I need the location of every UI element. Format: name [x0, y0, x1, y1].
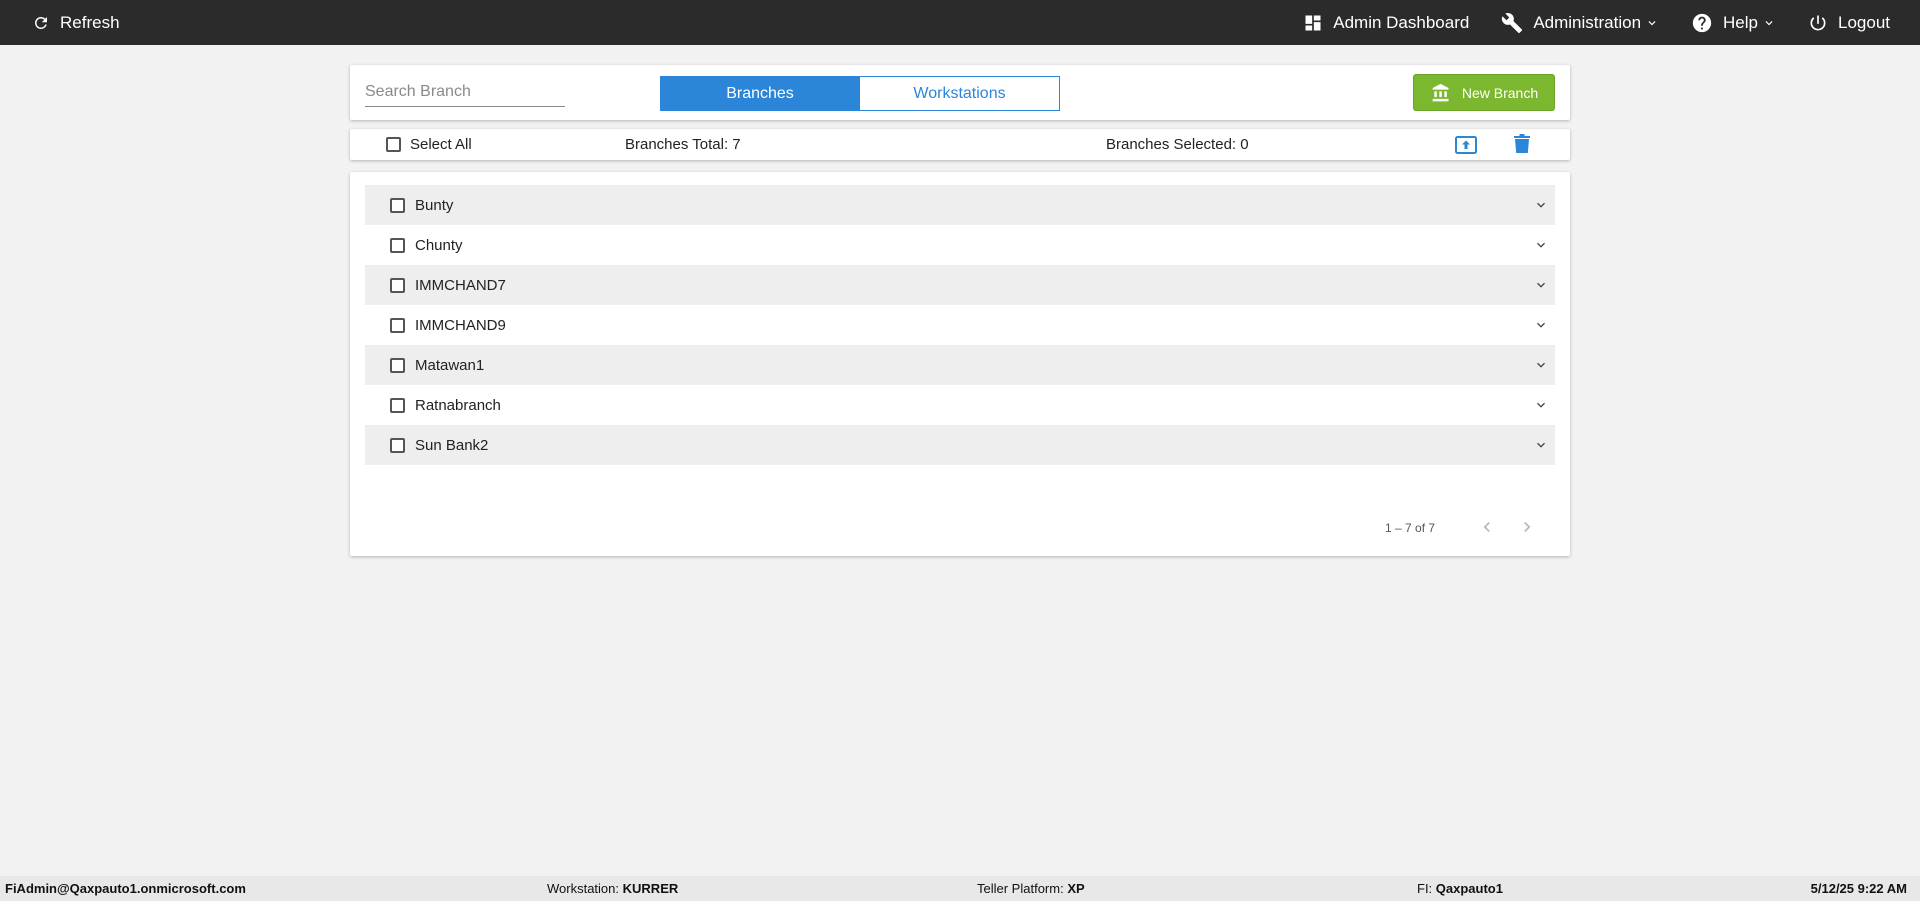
list-item[interactable]: Bunty: [365, 185, 1555, 225]
help-label: Help: [1723, 12, 1758, 32]
list-item[interactable]: IMMCHAND9: [365, 305, 1555, 345]
checkbox[interactable]: [390, 237, 405, 253]
branch-name: Sun Bank2: [415, 436, 489, 454]
branch-name: Matawan1: [415, 356, 485, 374]
chevron-down-icon[interactable]: [1533, 197, 1549, 213]
checkbox[interactable]: [390, 437, 405, 453]
checkbox[interactable]: [390, 197, 405, 213]
branch-list: Bunty Chunty IMMCHAND7 IMMCHAND9 Matawan…: [365, 185, 1555, 465]
tab-workstations[interactable]: Workstations: [860, 76, 1060, 111]
toolbar-card: Branches Workstations New Branch: [350, 65, 1570, 120]
checkbox[interactable]: [390, 277, 405, 293]
new-branch-label: New Branch: [1461, 84, 1539, 101]
logout-label: Logout: [1838, 12, 1890, 32]
status-footer: FiAdmin@Qaxpauto1.onmicrosoft.com Workst…: [0, 876, 1920, 901]
list-item[interactable]: Sun Bank2: [365, 425, 1555, 465]
refresh-icon: [34, 16, 47, 29]
branch-name: IMMCHAND9: [415, 316, 506, 334]
pagination-range: 1 – 7 of 7: [1385, 521, 1436, 535]
branch-name: Ratnabranch: [415, 396, 501, 414]
trash-icon: [1514, 134, 1530, 153]
select-all-label: Select All: [410, 136, 472, 153]
footer-user-email: FiAdmin@Qaxpauto1.onmicrosoft.com: [5, 881, 246, 896]
administration-menu[interactable]: Administration: [1501, 0, 1659, 45]
admin-dashboard-label: Admin Dashboard: [1333, 12, 1470, 32]
footer-user: FiAdmin@Qaxpauto1.onmicrosoft.com: [5, 881, 246, 896]
branch-name: Bunty: [415, 196, 454, 214]
checkbox[interactable]: [390, 317, 405, 333]
select-all-checkbox[interactable]: Select All: [386, 136, 472, 153]
checkbox[interactable]: [390, 357, 405, 373]
footer-fi-label: FI:: [1417, 881, 1433, 896]
footer-workstation-label: Workstation:: [547, 881, 620, 896]
administration-label: Administration: [1533, 12, 1642, 32]
upload-icon: [1455, 136, 1477, 154]
delete-button[interactable]: [1514, 134, 1530, 159]
checkbox[interactable]: [386, 137, 401, 152]
view-toggle: Branches Workstations: [660, 76, 1060, 111]
upload-button[interactable]: [1455, 136, 1477, 159]
chevron-down-icon: [1765, 20, 1773, 25]
summary-bar: Select All Branches Total: 7 Branches Se…: [350, 129, 1570, 160]
chevron-right-icon: [1524, 522, 1531, 532]
wrench-icon: [1502, 12, 1523, 33]
chevron-down-icon[interactable]: [1533, 437, 1549, 453]
dashboard-icon: [1305, 15, 1321, 30]
previous-page-button[interactable]: [1477, 517, 1497, 542]
tab-branches-label: Branches: [726, 84, 794, 102]
chevron-down-icon[interactable]: [1533, 237, 1549, 253]
chevron-left-icon: [1483, 522, 1490, 532]
footer-datetime-value: 5/12/25 9:22 AM: [1810, 881, 1907, 896]
chevron-down-icon[interactable]: [1533, 357, 1549, 373]
chevron-down-icon[interactable]: [1533, 317, 1549, 333]
bank-icon: [1432, 83, 1449, 101]
admin-dashboard-link[interactable]: Admin Dashboard: [1303, 0, 1469, 45]
chevron-down-icon[interactable]: [1533, 397, 1549, 413]
refresh-button[interactable]: Refresh: [32, 0, 120, 45]
footer-platform-label: Teller Platform:: [977, 881, 1064, 896]
branches-selected: Branches Selected: 0: [1106, 136, 1249, 153]
footer-workstation-value: KURRER: [622, 881, 679, 896]
new-branch-button[interactable]: New Branch: [1413, 74, 1555, 111]
footer-platform-value: XP: [1067, 881, 1085, 896]
chevron-down-icon[interactable]: [1533, 277, 1549, 293]
footer-workstation: Workstation: KURRER: [547, 881, 678, 896]
help-circle-icon: [1692, 13, 1712, 32]
chevron-down-icon: [1648, 20, 1656, 25]
footer-fi-value: Qaxpauto1: [1435, 881, 1503, 896]
power-icon: [1810, 15, 1826, 30]
branch-name: IMMCHAND7: [415, 276, 506, 294]
footer-fi: FI: Qaxpauto1: [1417, 881, 1503, 896]
branches-total: Branches Total: 7: [625, 136, 741, 153]
refresh-label: Refresh: [60, 12, 120, 32]
branch-name: Chunty: [415, 236, 463, 254]
checkbox[interactable]: [390, 397, 405, 413]
list-item[interactable]: Ratnabranch: [365, 385, 1555, 425]
list-item[interactable]: IMMCHAND7: [365, 265, 1555, 305]
top-nav-bar: Refresh Admin Dashboard Administration H…: [0, 0, 1920, 45]
list-item[interactable]: Matawan1: [365, 345, 1555, 385]
branch-list-card: Bunty Chunty IMMCHAND7 IMMCHAND9 Matawan…: [350, 172, 1570, 556]
footer-platform: Teller Platform: XP: [977, 881, 1085, 896]
tab-branches[interactable]: Branches: [660, 76, 860, 111]
help-menu[interactable]: Help: [1691, 0, 1776, 45]
list-item[interactable]: Chunty: [365, 225, 1555, 265]
tab-workstations-label: Workstations: [913, 84, 1006, 102]
footer-datetime: 5/12/25 9:22 AM: [1811, 881, 1907, 896]
logout-button[interactable]: Logout: [1808, 0, 1890, 45]
next-page-button[interactable]: [1517, 517, 1537, 542]
search-branch-input[interactable]: [365, 77, 565, 107]
